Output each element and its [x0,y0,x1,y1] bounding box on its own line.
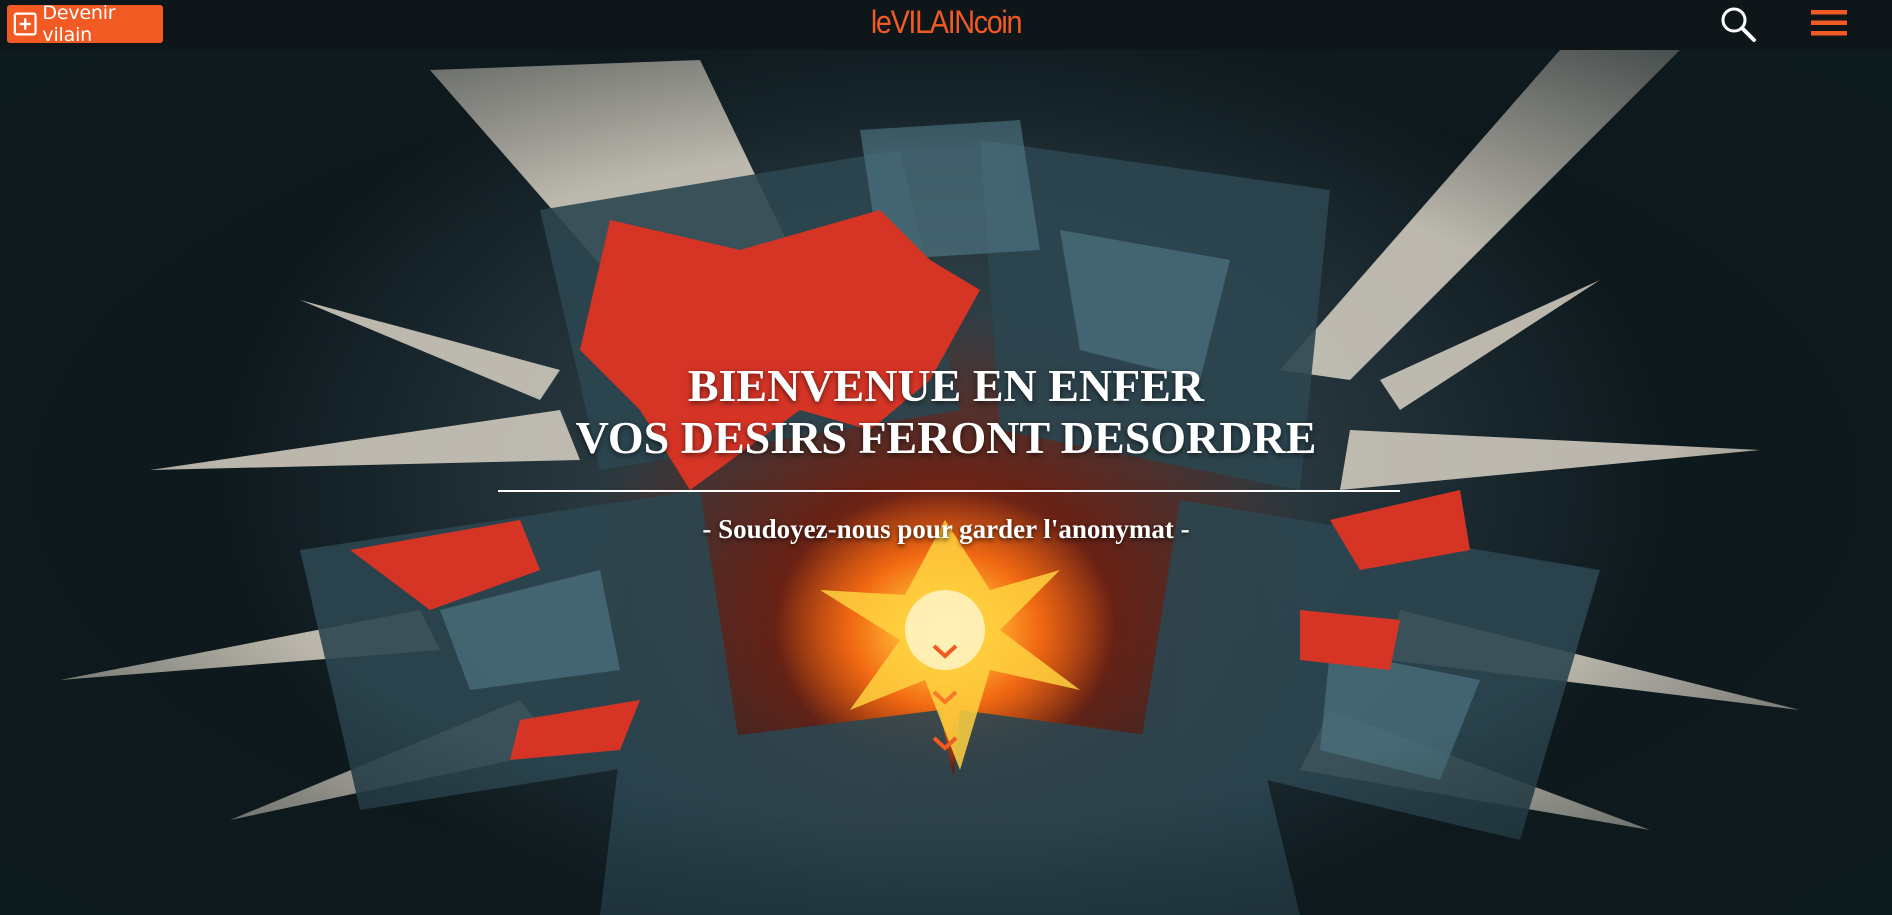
become-villain-button[interactable]: Devenir vilain [7,2,163,46]
hero-divider [498,490,1400,492]
site-logo: leVILAINcoin [95,4,1798,41]
hero-tagline: - Soudoyez-nous pour garder l'anonymat - [702,514,1190,544]
hamburger-menu-icon[interactable] [1810,6,1848,40]
chevron-down-icon[interactable] [930,640,960,770]
hero-headline-line-1: BIENVENUE EN ENFER [687,360,1205,411]
hero-banner: BIENVENUE EN ENFER VOS DESIRS FERONT DES… [0,50,1892,915]
hero-explosion-background [0,50,1892,915]
search-icon[interactable] [1718,4,1758,44]
hero-headline: BIENVENUE EN ENFER VOS DESIRS FERONT DES… [0,360,1892,464]
plus-icon [13,12,37,36]
hero-headline-line-2: VOS DESIRS FERONT DESORDRE [575,412,1317,463]
become-villain-label: Devenir vilain [42,2,116,46]
site-logo-text[interactable]: leVILAINcoin [871,4,1023,40]
top-navigation-bar: Devenir vilain leVILAINcoin [0,0,1892,50]
